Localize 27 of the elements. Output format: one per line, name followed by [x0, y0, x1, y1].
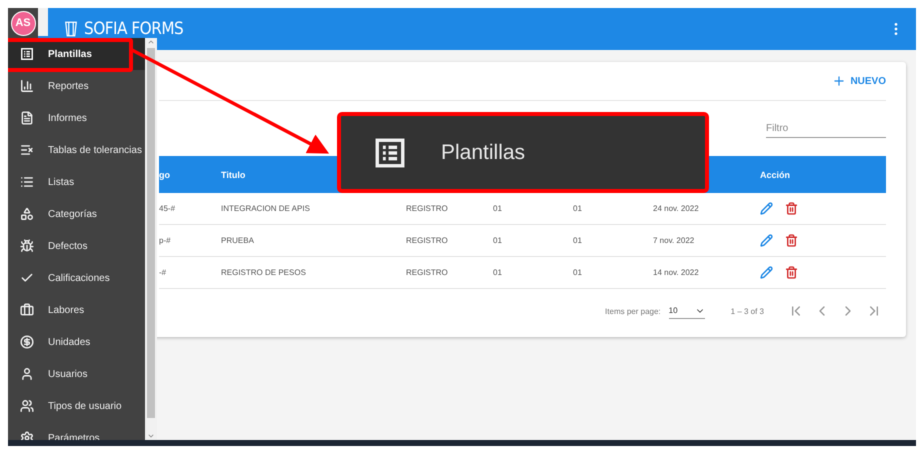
page-range: 1 – 3 of 3	[730, 306, 764, 316]
table-cell-text: REGISTRO	[406, 236, 449, 245]
table-cell-text: 01	[573, 204, 583, 213]
table-cell-text: 24 nov. 2022	[653, 204, 700, 213]
table-cell-text: 14 nov. 2022	[653, 268, 700, 277]
table-cell-text: -#	[159, 268, 168, 277]
table-cell-text: 45-#	[159, 204, 176, 213]
table-cell-text: 01	[573, 236, 583, 245]
table-cell-text: REGISTRO DE PESOS	[221, 268, 307, 277]
column-header: Titulo	[221, 170, 246, 180]
table-cell-text: PRUEBA	[221, 236, 255, 245]
page-size-select[interactable]: 10	[668, 304, 705, 318]
table-cell-text: REGISTRO	[406, 204, 449, 213]
table-cell-text: 01	[493, 236, 503, 245]
column-header: go	[159, 170, 171, 180]
table-cell-text: 01	[493, 204, 503, 213]
items-per-page-label: Items per page:	[605, 306, 661, 316]
table-cell-text: REGISTRO	[406, 268, 449, 277]
table-cell-text: INTEGRACION DE APIS	[221, 204, 311, 213]
table-cell-text: 01	[573, 268, 583, 277]
table-cell-text: 7 nov. 2022	[653, 236, 696, 245]
callout-label: Plantillas	[441, 140, 526, 164]
app-title: SOFIA FORMS	[84, 19, 184, 39]
new-button[interactable]: NUEVO	[832, 74, 886, 88]
table-cell-text: 01	[493, 268, 503, 277]
table-cell-text: p-#	[159, 236, 172, 245]
column-header: Acción	[760, 170, 792, 180]
